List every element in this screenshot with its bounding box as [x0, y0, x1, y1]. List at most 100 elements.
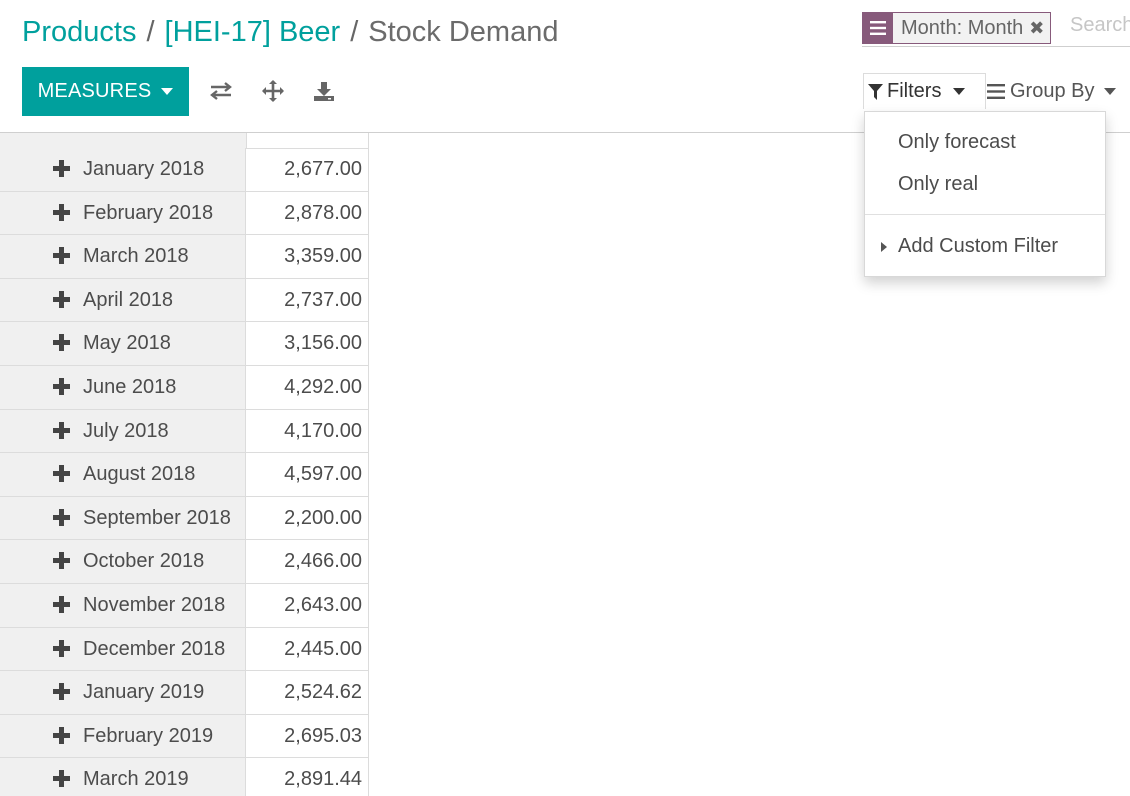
group-by-button[interactable]: Group By: [987, 73, 1117, 109]
breadcrumb-product-link[interactable]: [HEI-17] Beer: [165, 16, 341, 48]
row-header[interactable]: February 2019: [0, 714, 246, 758]
filters-label: Filters: [887, 80, 942, 102]
cell-value: 3,359.00: [284, 245, 362, 268]
cell-value: 2,677.00: [284, 158, 362, 180]
table-row: August 2018 4,597.00: [0, 453, 368, 497]
row-header[interactable]: July 2018: [0, 409, 246, 453]
download-button[interactable]: [309, 76, 339, 106]
table-row: December 2018 2,445.00: [0, 627, 368, 672]
table-row: November 2018 2,643.00: [0, 583, 368, 628]
row-label: August 2018: [83, 463, 196, 486]
row-header[interactable]: March 2019: [0, 758, 246, 796]
measures-label: MEASURES: [37, 80, 152, 102]
cell-value: 2,200.00: [284, 506, 362, 529]
plus-icon[interactable]: [53, 247, 70, 265]
plus-icon[interactable]: [53, 552, 70, 570]
row-header[interactable]: February 2018: [0, 191, 246, 235]
cell-value: 2,878.00: [284, 201, 362, 224]
table-row: July 2018 4,170.00: [0, 409, 368, 454]
expand-all-icon: [262, 80, 284, 102]
breadcrumb: Products / [HEI-17] Beer / Stock Demand: [22, 12, 558, 52]
pivot-partial-header: [0, 133, 247, 148]
breadcrumb-separator: /: [146, 16, 155, 48]
row-header[interactable]: October 2018: [0, 540, 246, 583]
row-header[interactable]: January 2018: [0, 148, 246, 191]
swap-axes-icon: [210, 82, 232, 100]
caret-down-icon: [161, 88, 174, 95]
filter-icon: [868, 83, 883, 100]
row-header[interactable]: June 2018: [0, 365, 246, 409]
row-label: June 2018: [83, 375, 177, 398]
plus-icon[interactable]: [53, 160, 70, 177]
row-header[interactable]: December 2018: [0, 627, 246, 671]
row-label: October 2018: [83, 550, 205, 573]
plus-icon[interactable]: [53, 334, 70, 352]
plus-icon[interactable]: [53, 639, 70, 657]
add-custom-filter[interactable]: Add Custom Filter: [898, 235, 1058, 258]
plus-icon[interactable]: [53, 377, 70, 395]
caret-down-icon: [1104, 87, 1117, 95]
table-row: May 2018 3,156.00: [0, 322, 368, 366]
row-label: March 2019: [83, 768, 189, 791]
row-header[interactable]: January 2019: [0, 671, 246, 714]
swap-axes-button[interactable]: [206, 76, 236, 106]
plus-icon[interactable]: [53, 508, 70, 526]
pivot-rows: January 2018 2,677.00 February 2018 2,878.0…: [0, 148, 368, 796]
table-row: October 2018 2,466.00: [0, 540, 368, 584]
filter-only-real[interactable]: Only real: [898, 173, 978, 196]
breadcrumb-products-link[interactable]: Products: [22, 16, 136, 48]
row-label: February 2018: [83, 201, 214, 224]
table-row: March 2019 2,891.44: [0, 758, 368, 796]
plus-icon[interactable]: [53, 770, 70, 788]
pivot-table: January 2018 2,677.00 February 2018 2,878.0…: [0, 133, 368, 796]
cell-value: 2,466.00: [284, 550, 362, 573]
search-facet[interactable]: Month: Month ✖: [862, 12, 1052, 44]
bars-icon: [987, 83, 1005, 99]
cell-value: 3,156.00: [284, 332, 362, 355]
cell-value: 4,170.00: [284, 419, 362, 442]
table-row: June 2018 4,292.00: [0, 365, 368, 410]
close-icon[interactable]: ✖: [1029, 13, 1050, 43]
plus-icon[interactable]: [53, 290, 70, 308]
pivot-partial-row: [0, 133, 368, 149]
plus-icon[interactable]: [53, 203, 70, 221]
plus-icon[interactable]: [53, 683, 70, 701]
filters-button[interactable]: Filters: [863, 73, 986, 109]
download-icon: [314, 82, 334, 101]
breadcrumb-separator: /: [350, 16, 359, 48]
row-header[interactable]: November 2018: [0, 583, 246, 627]
table-row: April 2018 2,737.00: [0, 278, 368, 323]
expand-all-button[interactable]: [258, 76, 288, 106]
list-icon: [863, 13, 893, 43]
row-label: February 2019: [83, 724, 214, 747]
cell-value: 2,891.44: [284, 768, 362, 791]
cell-value: 2,737.00: [284, 288, 362, 311]
plus-icon[interactable]: [53, 595, 70, 613]
row-header[interactable]: March 2018: [0, 235, 246, 278]
plus-icon[interactable]: [53, 726, 70, 744]
row-label: January 2018: [83, 158, 205, 180]
row-label: July 2018: [83, 419, 169, 442]
cell-value: 2,524.62: [284, 681, 362, 704]
filter-only-forecast[interactable]: Only forecast: [898, 131, 1016, 154]
caret-right-icon: [881, 242, 887, 252]
search-input[interactable]: [1068, 14, 1130, 37]
filters-dropdown: Only forecast Only real Add Custom Filte…: [864, 111, 1106, 277]
plus-icon[interactable]: [53, 421, 70, 439]
row-header[interactable]: September 2018: [0, 496, 246, 540]
row-header[interactable]: April 2018: [0, 278, 246, 322]
cell-value: 4,597.00: [284, 463, 362, 486]
facet-label: Month: Month: [901, 17, 1024, 39]
row-label: April 2018: [83, 288, 174, 311]
row-header[interactable]: August 2018: [0, 453, 246, 496]
plus-icon[interactable]: [53, 465, 70, 483]
group-by-label: Group By: [1010, 79, 1095, 102]
cell-value: 2,445.00: [284, 637, 362, 660]
cell-value: 2,643.00: [284, 593, 362, 616]
row-header[interactable]: May 2018: [0, 322, 246, 365]
row-label: May 2018: [83, 332, 171, 355]
table-row: March 2018 3,359.00: [0, 235, 368, 279]
row-label: December 2018: [83, 637, 226, 660]
cell-value: 2,695.03: [284, 724, 362, 747]
measures-button[interactable]: MEASURES: [22, 67, 189, 116]
